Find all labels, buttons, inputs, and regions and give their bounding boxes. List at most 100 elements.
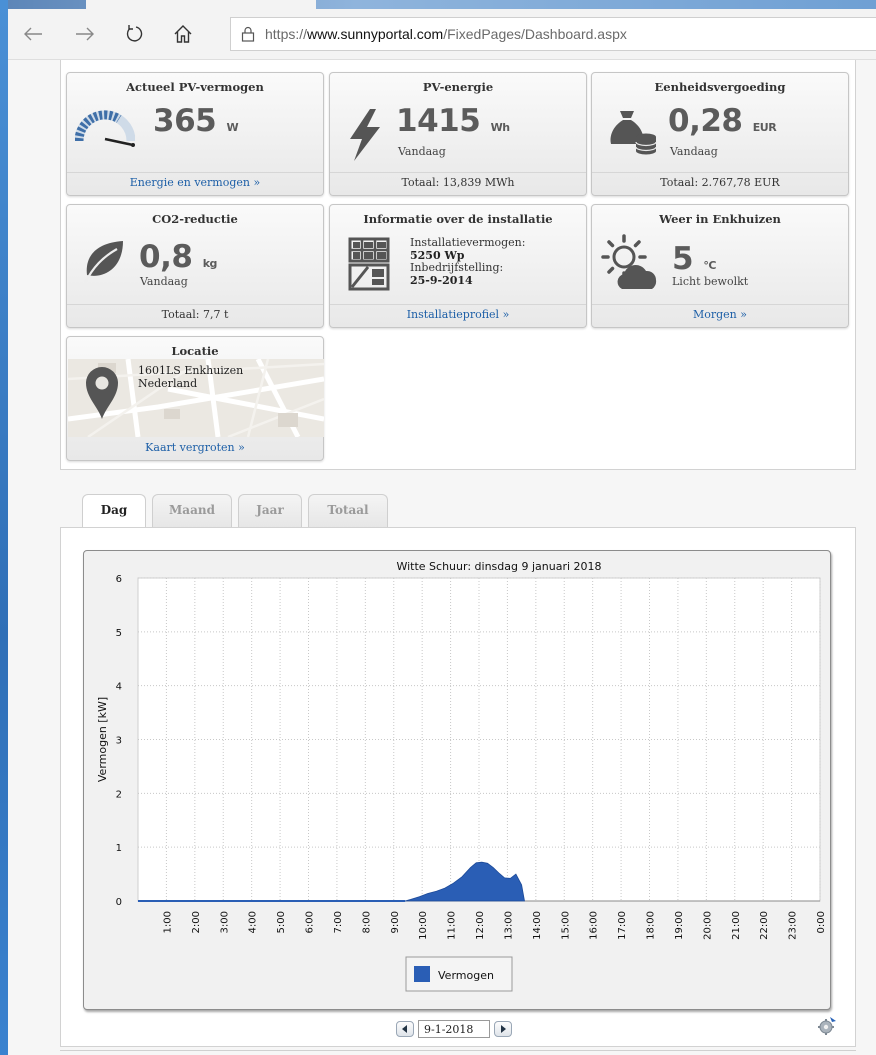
period-label: Vandaag [670,145,718,158]
commission-value: 25-9-2014 [410,273,473,287]
tile-title: Informatie over de installatie [363,212,553,226]
y-tick-label: 6 [116,574,122,585]
leaf-icon [84,241,123,284]
x-tick-label: 2:00 [191,911,202,933]
browser-window: https://www.sunnyportal.com/FixedPages/D… [8,0,876,1055]
total-feed-in: Totaal: 2.767,78 EUR [660,176,780,189]
map-pin-icon [86,367,118,419]
browser-toolbar: https://www.sunnyportal.com/FixedPages/D… [8,9,876,60]
x-tick-label: 18:00 [646,911,657,940]
tile-pv-energy: PV-energie 1415 Wh Vandaag Totaal: 13,83… [329,72,587,196]
tile-title: PV-energie [422,80,494,94]
address: 1601LS Enkhuizen Nederland [138,364,243,390]
active-browser-tab[interactable] [86,0,316,9]
x-tick-label: 23:00 [788,911,799,940]
y-axis-label: Vermogen [kW] [96,697,109,782]
x-tick-label: 11:00 [447,911,458,940]
page-bottom-border [60,1050,856,1051]
chevron-right-icon [501,1025,506,1033]
tile-weather: Weer in Enkhuizen 5 °C Licht bewolkt Mor… [591,204,849,328]
value-number: 365 [153,103,217,139]
forward-button[interactable] [70,19,100,49]
date-input[interactable] [418,1020,490,1038]
x-tick-label: 20:00 [702,911,713,940]
tile-feed-in: Eenheidsvergoeding 0,28 EUR Vandaag Tota… [591,72,849,196]
x-tick-label: 15:00 [560,911,571,940]
address-bar[interactable]: https://www.sunnyportal.com/FixedPages/D… [230,17,876,51]
chart-container: 0 1 2 3 4 5 6 1:00 2:00 3:00 4:00 5:00 6:00 7:00 8:00 9… [83,550,831,1010]
tile-co2: CO2-reductie 0,8 kg Vandaag Totaal: 7,7 … [66,204,324,328]
pv-energy-value: 1415 Wh [396,103,510,139]
temperature-value: 5 °C [672,241,716,277]
x-tick-label: 6:00 [305,911,316,933]
weather-description: Licht bewolkt [672,275,749,288]
back-button[interactable] [18,19,48,49]
tab-jaar[interactable]: Jaar [238,494,302,528]
x-tick-label: 12:00 [475,911,486,940]
tab-dag[interactable]: Dag [82,494,146,529]
divider [330,304,586,305]
y-tick-label: 3 [116,736,122,747]
y-tick-label: 1 [116,843,122,854]
period-label: Vandaag [140,275,188,288]
x-tick-label: 19:00 [674,911,685,940]
money-bag-icon [610,111,657,155]
chart-settings-icon[interactable] [817,1016,837,1036]
solar-panel-icon [348,237,390,291]
divider [67,304,323,305]
value-unit: W [226,121,239,134]
x-tick-label: 9:00 [390,911,401,933]
page-content: Actueel PV-vermogen 365 W Energie en ver… [8,60,876,1055]
installation-details: Installatievermogen: 5250 Wp Inbedrijfst… [410,236,525,287]
back-arrow-icon [24,27,42,41]
home-button[interactable] [168,19,198,49]
period-label: Vandaag [398,145,446,158]
value-number: 1415 [396,103,481,139]
refresh-button[interactable] [120,19,150,49]
x-tick-label: 5:00 [276,911,287,933]
tomorrow-link[interactable]: Morgen » [592,308,848,321]
tab-totaal[interactable]: Totaal [308,494,388,528]
forward-arrow-icon [76,27,94,41]
x-tick-label: 8:00 [361,911,372,933]
value-unit: kg [202,257,218,270]
next-day-button[interactable] [494,1021,512,1037]
x-tick-label: 16:00 [589,911,600,940]
address-line-2: Nederland [138,376,198,390]
divider [592,172,848,173]
x-tick-label: 13:00 [503,911,514,940]
x-tick-label: 21:00 [731,911,742,940]
x-tick-label: 14:00 [532,911,543,940]
energie-link[interactable]: Energie en vermogen » [67,176,323,189]
x-tick-label: 3:00 [219,911,230,933]
total-co2: Totaal: 7,7 t [161,308,229,321]
tile-installation: Informatie over de installatie Installat… [329,204,587,328]
tile-title: Locatie [171,344,219,358]
location-map[interactable]: 1601LS Enkhuizen Nederland [68,359,324,437]
tile-title: CO2-reductie [152,212,238,226]
enlarge-map-link[interactable]: Kaart vergroten » [67,441,323,454]
tile-title: Weer in Enkhuizen [659,212,781,226]
installation-profile-link[interactable]: Installatieprofiel » [330,308,586,321]
x-tick-label: 0:00 [816,911,827,933]
y-tick-label: 0 [116,897,122,908]
x-tick-label: 17:00 [617,911,628,940]
legend-swatch [414,966,430,982]
divider [67,172,323,173]
lightning-icon [350,109,380,161]
partly-cloudy-icon [601,234,657,289]
date-navigation [396,1019,512,1039]
gauge-icon [75,110,135,147]
pv-power-value: 365 W [153,103,239,139]
value-unit: °C [703,259,716,272]
tab-maand[interactable]: Maand [152,494,232,528]
url-domain: www.sunnyportal.com [307,26,444,42]
co2-value: 0,8 kg [139,239,217,275]
chevron-left-icon [402,1025,407,1033]
tile-title: Eenheidsvergoeding [654,80,786,94]
x-tick-label: 7:00 [333,911,344,933]
lock-icon [241,26,255,42]
value-unit: EUR [752,121,777,134]
previous-day-button[interactable] [396,1021,414,1037]
x-tick-label: 4:00 [248,911,259,933]
